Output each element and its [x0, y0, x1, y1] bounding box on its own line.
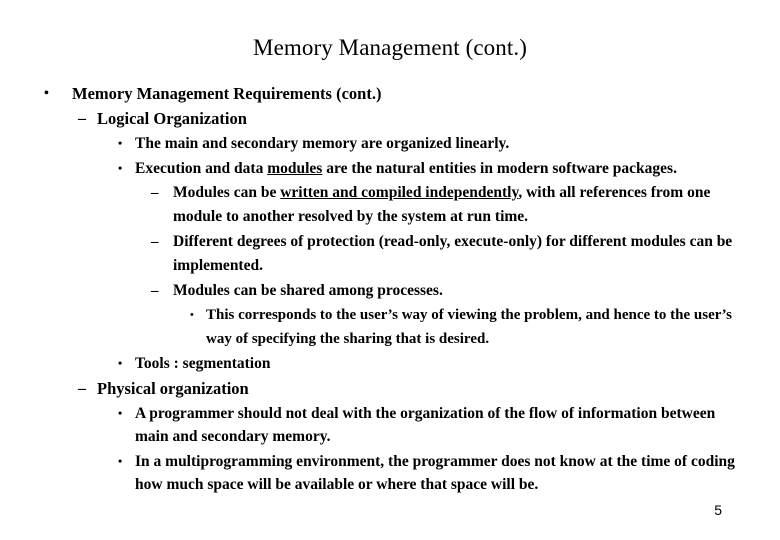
- bullet-item-text: Modules can be written and compiled inde…: [173, 184, 711, 225]
- round-bullet-icon: •: [118, 160, 123, 175]
- dash-bullet-icon: –: [151, 234, 159, 250]
- round-bullet-icon: •: [118, 405, 123, 420]
- bullet-item-text: Tools : segmentation: [135, 355, 271, 372]
- bullet-item-text: Physical organization: [97, 378, 249, 398]
- bullet-item-text: Different degrees of protection (read-on…: [173, 233, 733, 274]
- round-bullet-icon: •: [44, 86, 49, 101]
- slide: Memory Management (cont.) • Memory Manage…: [0, 0, 780, 540]
- round-bullet-icon: •: [118, 356, 123, 370]
- bullet-item-level-3: • In a multiprogramming environment, the …: [0, 450, 780, 497]
- bullet-item-text: Execution and data modules are the natur…: [135, 159, 677, 177]
- bullet-item-text: The main and secondary memory are organi…: [135, 135, 510, 152]
- round-bullet-icon: •: [190, 309, 194, 321]
- bullet-item-text: A programmer should not deal with the or…: [135, 404, 716, 446]
- bullet-item-level-3: • Tools : segmentation: [0, 352, 780, 376]
- round-bullet-icon: •: [118, 136, 123, 150]
- bullet-item-text: Logical Organization: [97, 109, 247, 128]
- dash-bullet-icon: –: [78, 110, 86, 127]
- underlined-text: modules: [267, 159, 323, 177]
- dash-bullet-icon: –: [78, 379, 86, 397]
- bullet-item-level-3: • A programmer should not deal with the o…: [0, 402, 780, 449]
- bullet-item-level-1: • Memory Management Requirements (cont.): [0, 82, 780, 105]
- underlined-text: written and compiled independently: [280, 184, 519, 201]
- page-number: 5: [714, 502, 722, 518]
- bullet-item-level-2: – Logical Organization: [0, 107, 780, 130]
- page-title: Memory Management (cont.): [253, 35, 527, 60]
- dash-bullet-icon: –: [151, 283, 159, 299]
- bullet-item-level-3: • The main and secondary memory are organ…: [0, 132, 780, 156]
- bullet-item-text: Memory Management Requirements (cont.): [72, 84, 382, 103]
- bullet-item-level-2: – Physical organization: [0, 377, 780, 400]
- bullet-item-level-3: • Execution and data modules are the natu…: [0, 157, 780, 181]
- bullet-item-level-5: • This corresponds to the user’s way of v…: [0, 304, 780, 351]
- dash-bullet-icon: –: [151, 185, 159, 201]
- bullet-item-text: Modules can be shared among processes.: [173, 282, 443, 299]
- bullet-item-text: This corresponds to the user’s way of vi…: [206, 307, 732, 347]
- round-bullet-icon: •: [118, 453, 123, 468]
- bullet-item-text: In a multiprogramming environment, the p…: [135, 452, 735, 494]
- bullet-item-level-4: – Modules can be written and compiled ind…: [0, 181, 780, 229]
- slide-body-content: • Memory Management Requirements (cont.) –…: [0, 82, 780, 498]
- bullet-item-level-4: – Different degrees of protection (read-o…: [0, 230, 780, 278]
- bullet-item-level-4: – Modules can be shared among processes.: [0, 279, 780, 303]
